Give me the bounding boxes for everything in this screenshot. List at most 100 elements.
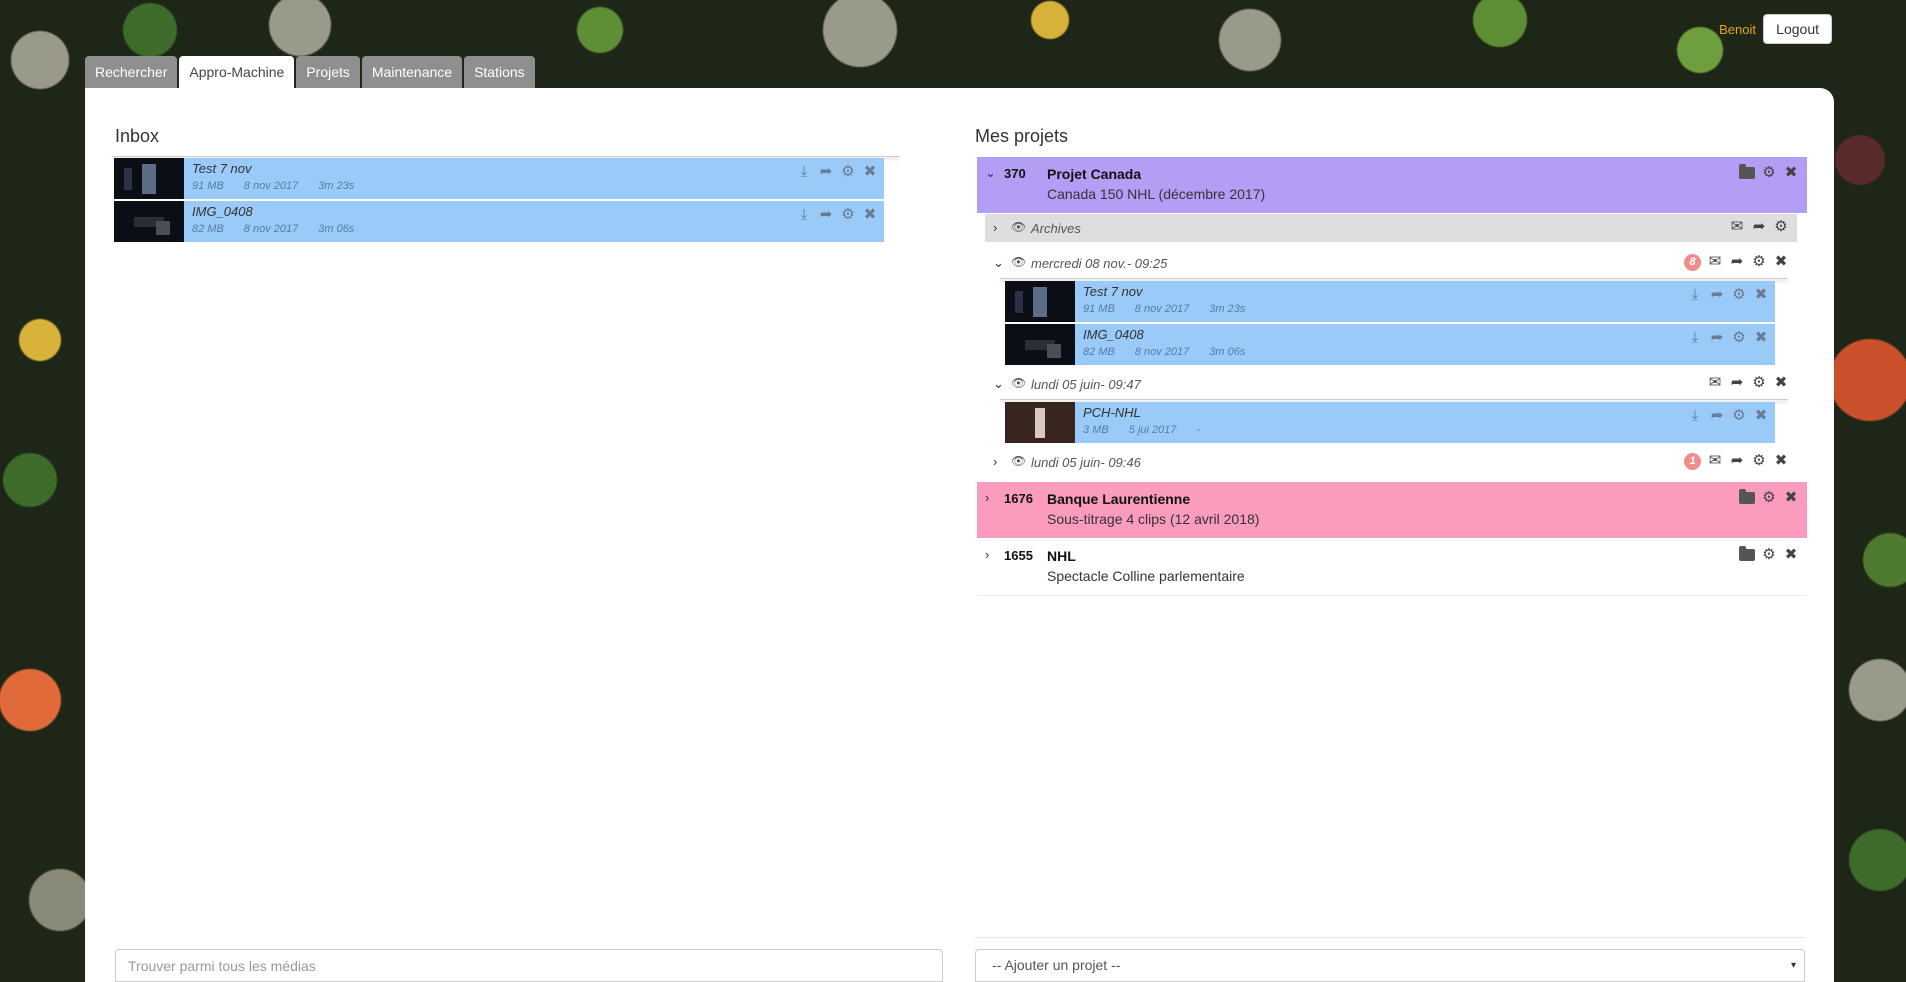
- media-date: 8 nov 2017: [243, 223, 299, 235]
- tab-maintenance[interactable]: Maintenance: [361, 56, 463, 88]
- project-subtitle: Spectacle Colline parlementaire: [1047, 568, 1245, 584]
- media-duration: 3m 23s: [318, 180, 355, 192]
- media-thumbnail: [1005, 281, 1075, 322]
- media-size: 82 MB: [1083, 346, 1115, 358]
- gear-icon[interactable]: ⚙: [840, 207, 856, 223]
- tab-appro-machine[interactable]: Appro-Machine: [179, 56, 295, 88]
- projects-bottom-divider: [975, 937, 1805, 938]
- share-icon[interactable]: ➦: [1709, 287, 1725, 303]
- gear-icon[interactable]: ⚙: [1731, 408, 1747, 424]
- gear-icon[interactable]: ⚙: [1761, 165, 1777, 181]
- mail-icon[interactable]: ✉: [1707, 254, 1723, 270]
- share-icon[interactable]: ➦: [1709, 408, 1725, 424]
- media-date: 8 nov 2017: [243, 180, 299, 192]
- project-media-item[interactable]: Test 7 nov 91 MB 8 nov 2017 3m 23s ⤓ ➦ ⚙…: [1005, 281, 1775, 322]
- mail-icon[interactable]: ✉: [1707, 375, 1723, 391]
- tab-stations[interactable]: Stations: [464, 56, 535, 88]
- project-number: 1676: [1004, 491, 1033, 506]
- close-icon[interactable]: ✖: [1783, 165, 1799, 181]
- close-icon[interactable]: ✖: [1753, 330, 1769, 346]
- media-date: 8 nov 2017: [1134, 303, 1190, 315]
- media-thumbnail: [114, 201, 184, 242]
- gear-icon[interactable]: ⚙: [1751, 254, 1767, 270]
- share-icon[interactable]: ➦: [818, 207, 834, 223]
- project-media-item[interactable]: IMG_0408 82 MB 8 nov 2017 3m 06s ⤓ ➦ ⚙ ✖: [1005, 324, 1775, 365]
- share-icon[interactable]: ➦: [1751, 219, 1767, 235]
- group-label: mercredi 08 nov.- 09:25: [1031, 256, 1168, 271]
- download-icon[interactable]: ⤓: [1687, 330, 1703, 346]
- gear-icon[interactable]: ⚙: [840, 164, 856, 180]
- add-project-select[interactable]: -- Ajouter un projet -- ▾: [975, 949, 1805, 982]
- group-row[interactable]: ⌄ 👁 mercredi 08 nov.- 09:25 8 ✉ ➦ ⚙ ✖: [985, 249, 1797, 277]
- share-icon[interactable]: ➦: [1709, 330, 1725, 346]
- folder-icon[interactable]: [1739, 489, 1755, 506]
- tab-rechercher[interactable]: Rechercher: [85, 56, 178, 88]
- eye-icon[interactable]: 👁: [1011, 220, 1026, 234]
- group-row[interactable]: ⌄ 👁 lundi 05 juin- 09:47 ✉ ➦ ⚙ ✖: [985, 370, 1797, 398]
- group-row-archives[interactable]: › 👁 Archives ✉ ➦ ⚙: [985, 214, 1797, 242]
- close-icon[interactable]: ✖: [1753, 287, 1769, 303]
- group-row[interactable]: › 👁 lundi 05 juin- 09:46 1 ✉ ➦ ⚙ ✖: [985, 448, 1797, 476]
- project-row-1655[interactable]: › 1655 NHL Spectacle Colline parlementai…: [977, 539, 1807, 596]
- inbox-media-item[interactable]: Test 7 nov 91 MB 8 nov 2017 3m 23s ⤓ ➦ ⚙…: [114, 158, 884, 199]
- close-icon[interactable]: ✖: [1753, 408, 1769, 424]
- media-search-input[interactable]: [115, 949, 943, 982]
- folder-icon[interactable]: [1739, 546, 1755, 563]
- project-name: NHL: [1047, 548, 1076, 564]
- download-icon[interactable]: ⤓: [1687, 287, 1703, 303]
- notification-badge: 1: [1684, 453, 1701, 470]
- project-media-item[interactable]: PCH-NHL 3 MB 5 jui 2017 - ⤓ ➦ ⚙ ✖: [1005, 402, 1775, 443]
- share-icon[interactable]: ➦: [1729, 375, 1745, 391]
- gear-icon[interactable]: ⚙: [1761, 490, 1777, 506]
- close-icon[interactable]: ✖: [1773, 254, 1789, 270]
- project-number: 370: [1004, 166, 1026, 181]
- project-number: 1655: [1004, 548, 1033, 563]
- close-icon[interactable]: ✖: [862, 207, 878, 223]
- gear-icon[interactable]: ⚙: [1731, 287, 1747, 303]
- tab-projets[interactable]: Projets: [296, 56, 360, 88]
- chevron-right-icon[interactable]: ›: [993, 220, 997, 235]
- add-project-label: -- Ajouter un projet --: [992, 957, 1121, 973]
- mail-icon[interactable]: ✉: [1729, 219, 1745, 235]
- download-icon[interactable]: ⤓: [796, 164, 812, 180]
- logout-button[interactable]: Logout: [1763, 14, 1832, 44]
- chevron-right-icon[interactable]: ›: [985, 547, 989, 562]
- download-icon[interactable]: ⤓: [1687, 408, 1703, 424]
- chevron-down-icon[interactable]: ⌄: [993, 376, 1004, 392]
- gear-icon[interactable]: ⚙: [1731, 330, 1747, 346]
- project-row-1676[interactable]: › 1676 Banque Laurentienne Sous-titrage …: [977, 482, 1807, 538]
- close-icon[interactable]: ✖: [1773, 375, 1789, 391]
- mail-icon[interactable]: ✉: [1707, 453, 1723, 469]
- chevron-right-icon[interactable]: ›: [985, 490, 989, 505]
- close-icon[interactable]: ✖: [1783, 490, 1799, 506]
- gear-icon[interactable]: ⚙: [1751, 375, 1767, 391]
- close-icon[interactable]: ✖: [862, 164, 878, 180]
- media-size: 3 MB: [1083, 424, 1109, 436]
- media-name: IMG_0408: [192, 204, 253, 219]
- share-icon[interactable]: ➦: [1729, 453, 1745, 469]
- share-icon[interactable]: ➦: [1729, 254, 1745, 270]
- gear-icon[interactable]: ⚙: [1751, 453, 1767, 469]
- user-name-link[interactable]: Benoit: [1719, 22, 1756, 37]
- eye-icon[interactable]: 👁: [1011, 376, 1026, 390]
- project-name: Projet Canada: [1047, 166, 1142, 182]
- media-size: 82 MB: [192, 223, 224, 235]
- notification-badge: 8: [1684, 254, 1701, 271]
- inbox-title: Inbox: [115, 126, 160, 146]
- eye-icon[interactable]: 👁: [1011, 255, 1026, 269]
- project-row-370[interactable]: ⌄ 370 Projet Canada Canada 150 NHL (déce…: [977, 157, 1807, 213]
- chevron-right-icon[interactable]: ›: [993, 454, 997, 469]
- close-icon[interactable]: ✖: [1773, 453, 1789, 469]
- close-icon[interactable]: ✖: [1783, 547, 1799, 563]
- share-icon[interactable]: ➦: [818, 164, 834, 180]
- media-name: Test 7 nov: [1083, 284, 1143, 299]
- inbox-media-item[interactable]: IMG_0408 82 MB 8 nov 2017 3m 06s ⤓ ➦ ⚙ ✖: [114, 201, 884, 242]
- eye-icon[interactable]: 👁: [1011, 454, 1026, 468]
- gear-icon[interactable]: ⚙: [1773, 219, 1789, 235]
- folder-icon[interactable]: [1739, 164, 1755, 181]
- chevron-down-icon[interactable]: ⌄: [985, 165, 996, 181]
- download-icon[interactable]: ⤓: [796, 207, 812, 223]
- gear-icon[interactable]: ⚙: [1761, 547, 1777, 563]
- chevron-down-icon[interactable]: ⌄: [993, 255, 1004, 271]
- group-label: lundi 05 juin- 09:47: [1031, 377, 1141, 392]
